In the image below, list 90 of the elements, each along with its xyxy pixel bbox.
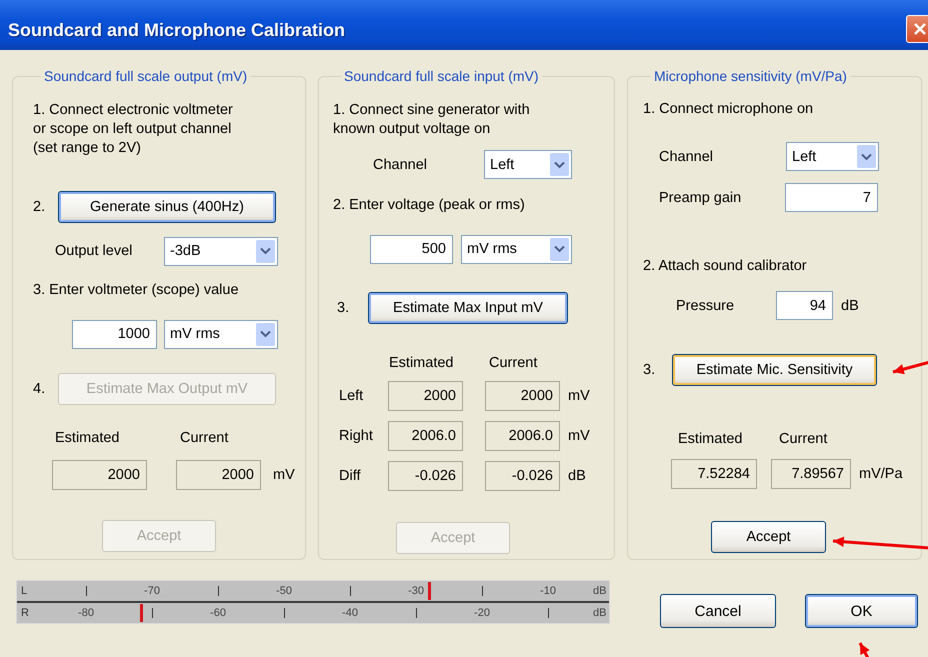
field-label: Current — [489, 354, 538, 370]
dropdown[interactable]: mV rms — [461, 234, 572, 264]
dropdown-value: mV rms — [467, 241, 517, 257]
dropdown-button[interactable] — [256, 322, 275, 346]
annotation-arrow — [858, 642, 872, 657]
readout-field: 2006.0 — [485, 421, 560, 451]
field-label: 3. — [337, 300, 350, 316]
scale-label: -80 — [78, 607, 94, 619]
field-label: Pressure — [676, 298, 736, 314]
scale-label: -10 — [540, 585, 556, 597]
dropdown[interactable]: Left — [786, 142, 879, 171]
button[interactable]: Estimate Mic. Sensitivity — [672, 354, 877, 386]
readout-field: 2006.0 — [388, 421, 463, 451]
readout-field: 2000 — [388, 381, 463, 411]
dropdown[interactable]: Left — [484, 150, 572, 179]
window-title: Soundcard and Microphone Calibration — [8, 20, 346, 40]
field-label: Preamp gain — [659, 190, 742, 206]
dropdown-button[interactable] — [256, 240, 275, 262]
instruction-text: 1. Connect sine generator with known output voltage on — [333, 101, 531, 139]
scale-label: -50 — [276, 585, 292, 597]
annotation-arrow — [892, 360, 928, 374]
field-label: Output level — [55, 243, 134, 259]
field-label: Estimated — [678, 430, 744, 446]
readout-field: 7.52284 — [671, 459, 757, 489]
field-label: dB — [568, 468, 586, 484]
instruction-text: 1. Connect electronic voltmeter or scope on left output channel (set range to 2V) — [33, 101, 234, 158]
instruction-text: 2. Attach sound calibrator — [643, 257, 808, 276]
button[interactable]: Estimate Max Input mV — [368, 292, 568, 324]
channel-label: R — [20, 607, 30, 619]
group-title: Soundcard full scale output (mV) — [43, 68, 248, 84]
dialog-button[interactable]: OK — [805, 594, 918, 628]
field-label: Estimated — [389, 354, 454, 370]
scale-label: -60 — [210, 607, 226, 619]
dropdown[interactable]: -3dB — [164, 236, 278, 266]
field-label: Channel — [659, 148, 714, 164]
dropdown-button[interactable] — [550, 238, 569, 260]
field-label: 4. — [33, 380, 46, 396]
chevron-down-icon — [554, 160, 565, 168]
field-label: Diff — [339, 468, 362, 484]
readout-field: 2000 — [52, 460, 147, 490]
instruction-text: 1. Connect microphone on — [643, 100, 814, 119]
group-title: Microphone sensitivity (mV/Pa) — [653, 68, 848, 84]
instruction-text: 3. Enter voltmeter (scope) value — [33, 281, 240, 300]
field-label: dB — [841, 298, 859, 314]
field-label: 2. — [33, 198, 46, 214]
field-label: mV — [568, 388, 590, 404]
gain-input[interactable]: 7 — [785, 183, 878, 212]
group-title: Soundcard full scale input (mV) — [343, 68, 540, 84]
readout-field: -0.026 — [388, 461, 463, 491]
field-label: mV/Pa — [859, 466, 903, 482]
scale-label: -40 — [342, 607, 358, 619]
field-label: Left — [339, 388, 364, 404]
scale-label: -30 — [408, 585, 424, 597]
dropdown-button[interactable] — [550, 153, 569, 176]
voltmeter-input[interactable]: 1000 — [72, 320, 157, 348]
chevron-down-icon — [260, 330, 271, 338]
close-button[interactable] — [906, 15, 928, 43]
field-label: mV — [273, 466, 295, 482]
field-label: Channel — [373, 156, 428, 172]
chevron-down-icon — [861, 152, 872, 160]
dropdown-value: mV rms — [170, 326, 220, 342]
unit-label: dB — [593, 607, 606, 619]
pressure-input[interactable]: 94 — [776, 291, 833, 320]
scale-label: -20 — [474, 607, 490, 619]
field-label: mV — [568, 428, 590, 444]
dropdown-value: Left — [490, 156, 514, 172]
chevron-down-icon — [260, 247, 271, 255]
button[interactable]: Generate sinus (400Hz) — [58, 190, 276, 222]
readout-field: 7.89567 — [771, 459, 851, 489]
dropdown-value: Left — [792, 148, 816, 164]
close-icon — [913, 22, 927, 36]
voltage-input[interactable]: 500 — [370, 234, 453, 264]
dropdown-button[interactable] — [857, 145, 876, 168]
unit-label: dB — [593, 585, 606, 597]
dialog-button[interactable]: Cancel — [660, 594, 776, 628]
readout-field: 2000 — [485, 381, 560, 411]
button[interactable]: Accept — [711, 520, 826, 552]
field-label: Estimated — [55, 430, 120, 446]
dropdown[interactable]: mV rms — [164, 320, 278, 348]
field-label: 3. — [643, 362, 656, 378]
scale-label: -70 — [144, 585, 160, 597]
field-label: Current — [779, 430, 828, 446]
chevron-down-icon — [554, 245, 565, 253]
readout-field: -0.026 — [485, 461, 560, 491]
readout-field: 2000 — [176, 460, 261, 490]
channel-label: L — [20, 585, 28, 597]
field-label: Right — [339, 428, 374, 444]
field-label: Current — [180, 430, 228, 446]
dropdown-value: -3dB — [170, 243, 201, 259]
instruction-text: 2. Enter voltage (peak or rms) — [333, 196, 526, 215]
